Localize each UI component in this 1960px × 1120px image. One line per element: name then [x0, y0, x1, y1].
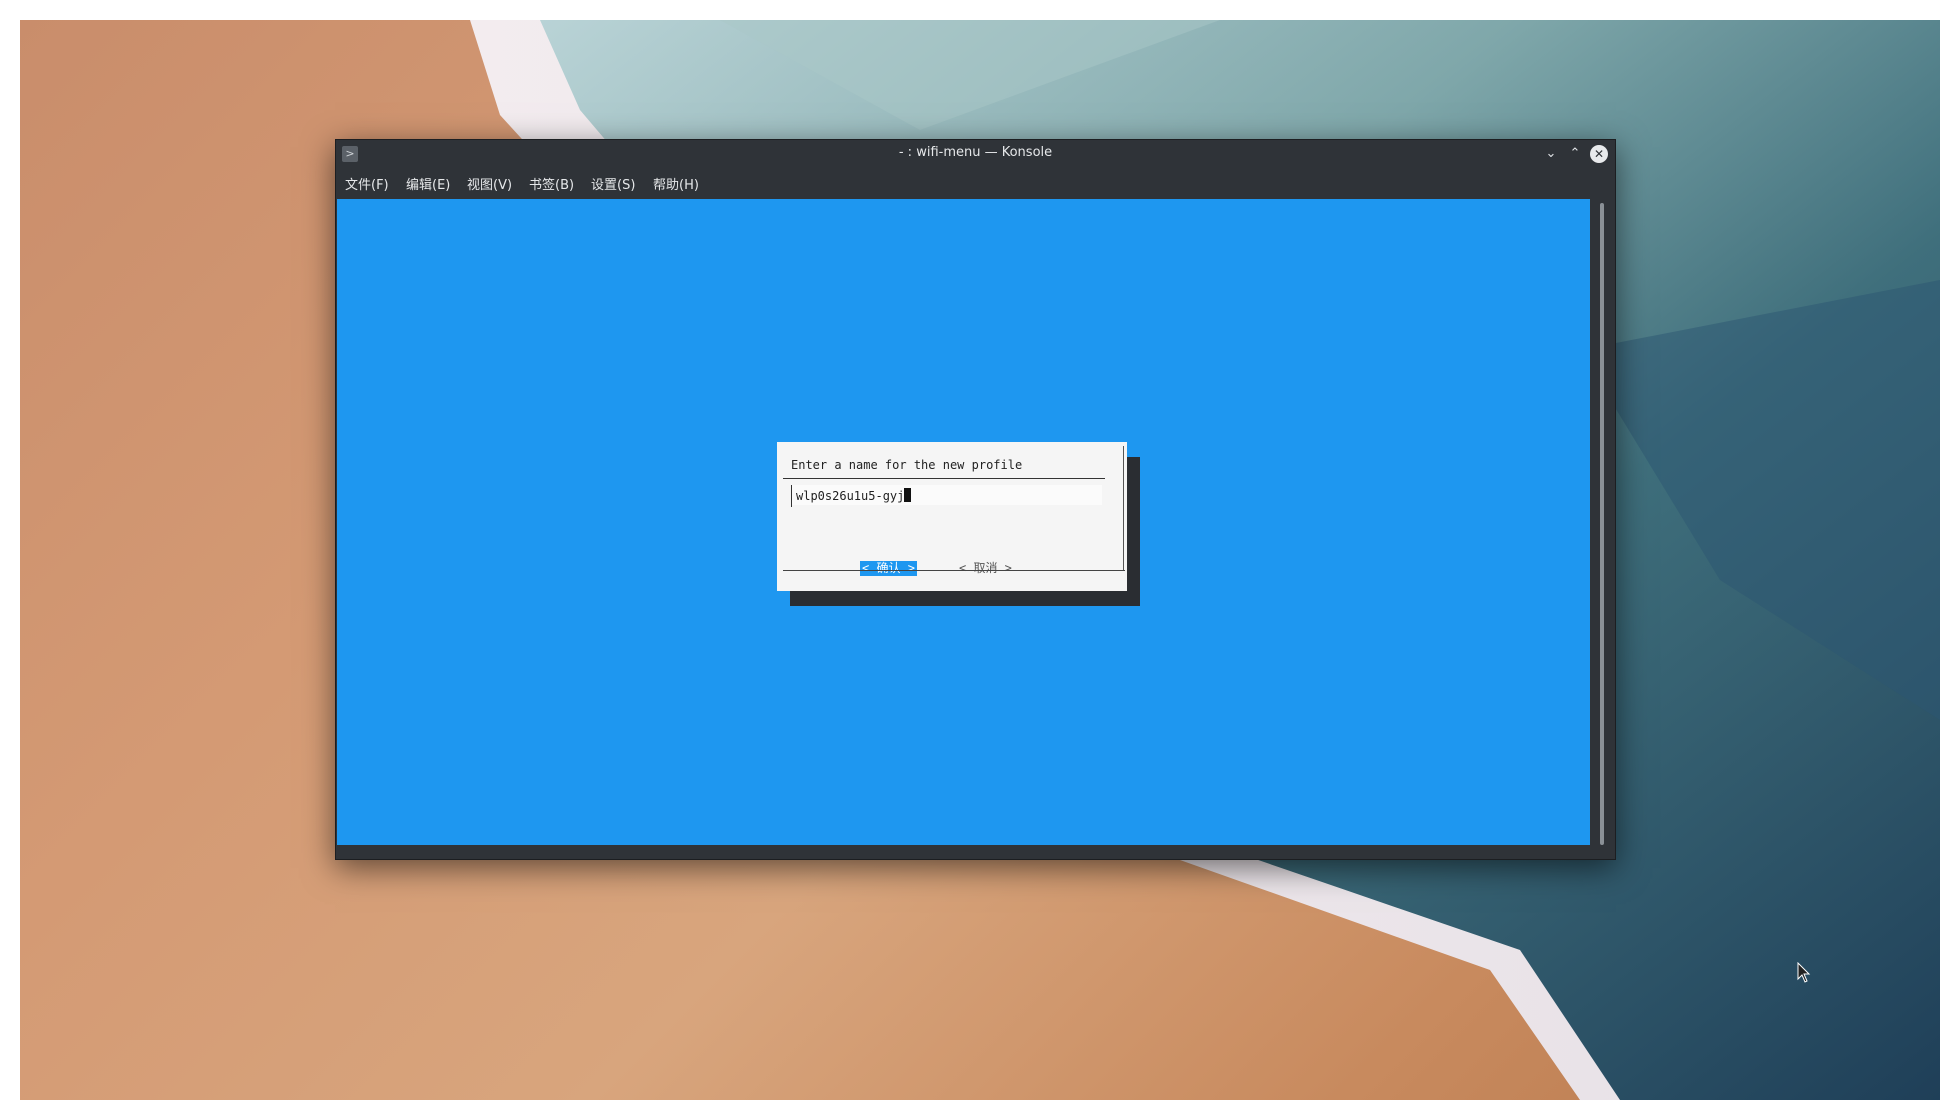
- window-title: - : wifi-menu — Konsole: [898, 145, 1053, 160]
- dialog-edge: [1123, 446, 1124, 570]
- dialog-bottom-border: [783, 570, 1125, 571]
- terminal-area[interactable]: Enter a name for the new profile wlp0s26…: [337, 199, 1590, 845]
- mouse-pointer-icon: [1797, 961, 1811, 988]
- menu-edit[interactable]: 编辑(E): [406, 174, 450, 193]
- text-cursor: [904, 488, 912, 502]
- konsole-window: > - : wifi-menu — Konsole ⌄ ⌃ ✕ 文件(F) 编辑…: [335, 139, 1616, 860]
- ok-button[interactable]: < 确认 >: [860, 561, 917, 576]
- dialog-separator: [783, 478, 1105, 479]
- menu-view[interactable]: 视图(V): [467, 174, 512, 193]
- menu-settings[interactable]: 设置(S): [591, 174, 635, 193]
- profile-name-dialog: Enter a name for the new profile wlp0s26…: [777, 442, 1127, 591]
- close-icon[interactable]: ✕: [1590, 145, 1608, 163]
- scrollbar-thumb[interactable]: [1600, 203, 1604, 845]
- dialog-prompt: Enter a name for the new profile: [791, 458, 1023, 472]
- menu-bar: 文件(F) 编辑(E) 视图(V) 书签(B) 设置(S) 帮助(H): [336, 168, 1615, 196]
- menu-file[interactable]: 文件(F): [345, 174, 389, 193]
- title-bar[interactable]: > - : wifi-menu — Konsole ⌄ ⌃ ✕: [336, 140, 1615, 168]
- chevron-down-icon[interactable]: ⌄: [1542, 145, 1560, 163]
- cancel-button[interactable]: < 取消 >: [959, 561, 1012, 576]
- menu-help[interactable]: 帮助(H): [653, 174, 699, 193]
- scrollbar[interactable]: [1598, 203, 1606, 845]
- profile-name-input[interactable]: wlp0s26u1u5-gyj: [792, 485, 1102, 505]
- chevron-up-icon[interactable]: ⌃: [1566, 145, 1584, 163]
- menu-bookmarks[interactable]: 书签(B): [529, 174, 574, 193]
- input-value: wlp0s26u1u5-gyj: [796, 489, 905, 503]
- window-bottom-border: [336, 845, 1615, 859]
